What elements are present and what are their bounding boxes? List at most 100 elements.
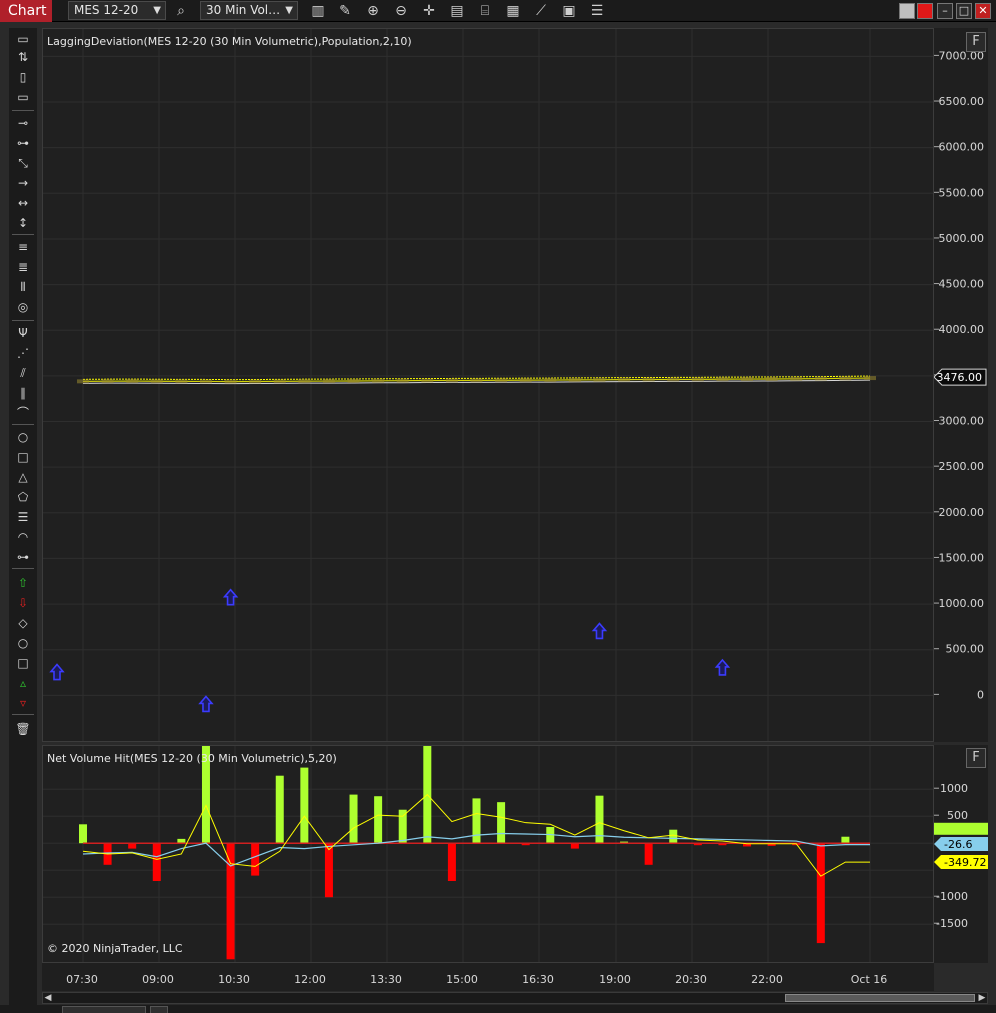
ellipse-icon[interactable]: ○ [13, 428, 33, 446]
region-icon[interactable]: ▯ [13, 68, 33, 86]
price-bar [839, 376, 852, 381]
ray-icon[interactable]: ⊶ [13, 134, 33, 152]
chart-tab[interactable]: Chart [0, 0, 52, 22]
buy-arrow-icon [591, 622, 608, 640]
diamond-icon[interactable]: ◇ [13, 614, 33, 632]
minimize-button[interactable]: – [937, 3, 953, 19]
crosshair-icon[interactable]: ✛ [420, 2, 438, 20]
time-cycles-icon[interactable]: ⌒ [13, 404, 33, 422]
fibonacci-circle-icon[interactable]: ◎ [13, 298, 33, 316]
fibonacci-retracement-icon[interactable]: ≡ [13, 238, 33, 256]
triangle-icon[interactable]: △ [13, 468, 33, 486]
volume-tick-label: -1000 [936, 890, 968, 903]
net-volume-axis[interactable]: 1000 500 -1000 -1500 -26.6 -349.72 [934, 745, 988, 963]
scrollbar-thumb[interactable] [785, 994, 975, 1002]
extended-line-icon[interactable]: ⤡ [13, 154, 33, 172]
bar-type-icon[interactable]: ▥ [309, 2, 327, 20]
price-bar [765, 376, 778, 381]
triangle-down-icon[interactable]: ▿ [13, 694, 33, 712]
sub-panel-f-button[interactable]: F [966, 748, 986, 768]
arrow-up-icon[interactable]: ⇧ [13, 574, 33, 592]
vertical-line-icon[interactable]: ↕ [13, 214, 33, 232]
ruler-icon[interactable]: ▭ [13, 30, 33, 48]
price-panel[interactable]: LaggingDeviation(MES 12-20 (30 Min Volum… [42, 28, 934, 742]
regression-channel-icon[interactable]: ⫽ [13, 364, 33, 382]
strategies-icon[interactable]: ▦ [504, 2, 522, 20]
polygon-icon[interactable]: ⬠ [13, 488, 33, 506]
arrow-line-icon[interactable]: → [13, 174, 33, 192]
fibonacci-time-icon[interactable]: ⦀ [13, 278, 33, 296]
scroll-left-icon[interactable]: ◀ [43, 992, 53, 1004]
net-volume-bar [472, 798, 481, 844]
price-bar [691, 377, 704, 382]
volume-tick-label: -1500 [936, 917, 968, 930]
chevron-down-icon: ▼ [153, 5, 161, 16]
arrow-down-icon[interactable]: ⇩ [13, 594, 33, 612]
price-bar [249, 379, 262, 384]
horizontal-line-icon[interactable]: ↔ [13, 194, 33, 212]
triangle-up-icon[interactable]: ▵ [13, 674, 33, 692]
separator [12, 714, 34, 715]
indicator-title: LaggingDeviation(MES 12-20 (30 Min Volum… [47, 35, 412, 48]
net-volume-panel[interactable]: Net Volume Hit(MES 12-20 (30 Min Volumet… [42, 745, 934, 963]
chart-instrument-tab[interactable] [62, 1006, 146, 1013]
zoom-out-icon[interactable]: ⊖ [392, 2, 410, 20]
price-bar [372, 378, 385, 383]
price-tick-label: 4500.00 [939, 278, 985, 291]
rectangle-icon[interactable]: □ [13, 448, 33, 466]
price-bar [716, 377, 729, 382]
zoom-in-icon[interactable]: ⊕ [364, 2, 382, 20]
add-tab-button[interactable] [150, 1006, 168, 1013]
net-volume-bar [324, 843, 333, 898]
price-tick-label: 4000.00 [939, 323, 985, 336]
interval-selector[interactable]: 30 Min Vol… ▼ [200, 1, 298, 20]
interval-value: 30 Min Vol… [206, 3, 281, 17]
scroll-right-icon[interactable]: ▶ [977, 992, 987, 1004]
square-icon[interactable]: □ [13, 654, 33, 672]
color-swatch-icon[interactable] [899, 3, 915, 19]
performance-icon[interactable]: ⟋ [532, 2, 550, 20]
indicators-icon[interactable]: ⌸ [476, 2, 494, 20]
pencil-icon[interactable]: ✎ [336, 2, 354, 20]
link-color-icon[interactable] [917, 3, 933, 19]
separator [12, 320, 34, 321]
price-tick-label: 6000.00 [939, 141, 985, 154]
price-tick-label: 500.00 [946, 643, 985, 656]
net-volume-bar [128, 843, 137, 849]
net-volume-bar [275, 775, 284, 844]
andrews-pitchfork-icon[interactable]: Ψ [13, 324, 33, 342]
restore-button[interactable]: □ [956, 3, 972, 19]
templates-icon[interactable]: ☰ [588, 2, 606, 20]
price-axis[interactable]: 7000.00 6500.00 6000.00 5500.00 5000.00 4500.… [934, 28, 988, 742]
net-volume-bar [251, 843, 260, 876]
search-icon[interactable]: ⌕ [172, 2, 190, 20]
trash-icon[interactable]: 🗑 [13, 720, 33, 738]
price-bar [101, 379, 114, 384]
price-tick-label: 1500.00 [939, 551, 985, 564]
close-button[interactable]: ✕ [975, 3, 991, 19]
data-box-icon[interactable]: ▤ [448, 2, 466, 20]
trend-channel-icon[interactable]: ∥ [13, 384, 33, 402]
time-tick-label: 12:00 [294, 973, 326, 986]
text-icon[interactable]: ☰ [13, 508, 33, 526]
gann-fan-icon[interactable]: ⋰ [13, 344, 33, 362]
instrument-selector[interactable]: MES 12-20 ▼ [68, 1, 166, 20]
price-panel-f-button[interactable]: F [966, 32, 986, 52]
current-price-label: 3476.00 [937, 371, 983, 384]
time-axis[interactable]: 07:30 09:00 10:30 12:00 13:30 15:00 16:30 19:00… [42, 963, 934, 991]
time-tick-label: 13:30 [370, 973, 402, 986]
range-icon[interactable]: ▭ [13, 88, 33, 106]
net-volume-bar [447, 843, 456, 881]
dot-icon[interactable]: ○ [13, 634, 33, 652]
value-badge-label: -26.6 [944, 838, 972, 851]
properties-icon[interactable]: ▣ [560, 2, 578, 20]
volume-tick-label: 1000 [940, 782, 968, 795]
risk-reward-icon[interactable]: ⇅ [13, 48, 33, 66]
price-bar [790, 376, 803, 381]
fibonacci-extension-icon[interactable]: ≣ [13, 258, 33, 276]
line-icon[interactable]: ⊸ [13, 114, 33, 132]
net-volume-axis-plot: 1000 500 -1000 -1500 -26.6 -349.72 [934, 782, 988, 930]
path-icon[interactable]: ⊶ [13, 548, 33, 566]
arc-icon[interactable]: ◠ [13, 528, 33, 546]
horizontal-scrollbar[interactable]: ◀ ▶ [42, 992, 988, 1004]
